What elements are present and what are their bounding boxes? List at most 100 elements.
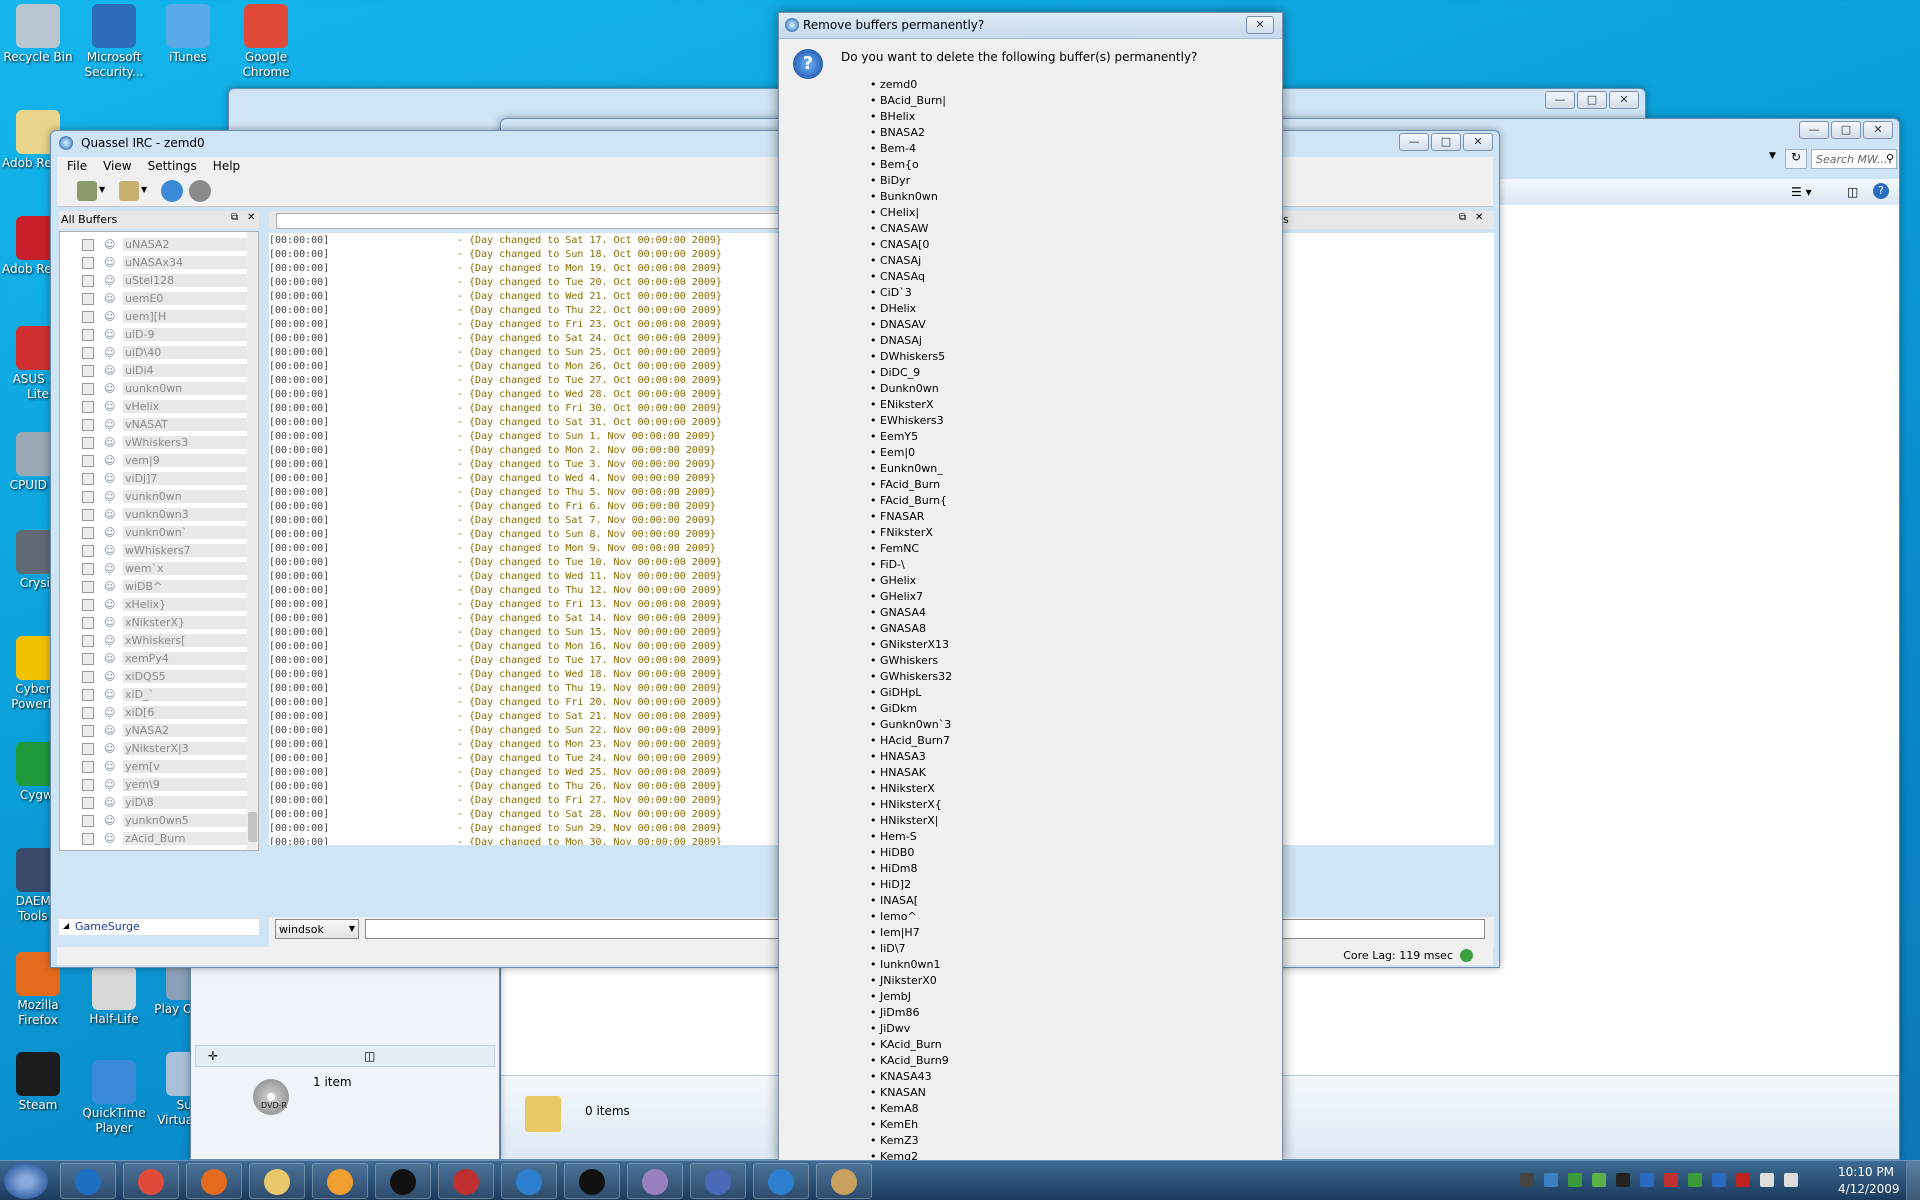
buffer-item[interactable]: ☺ vWhiskers3: [60, 434, 250, 452]
buffer-checkbox[interactable]: [82, 437, 94, 449]
tray-icon[interactable]: [1664, 1173, 1678, 1187]
buffer-item[interactable]: ☺ vem|9: [60, 452, 250, 470]
buffer-item[interactable]: ☺ uStel128: [60, 272, 250, 290]
taskbar-app-button[interactable]: [123, 1163, 179, 1199]
buffer-checkbox[interactable]: [82, 329, 94, 341]
move-icon[interactable]: ✛: [208, 1049, 218, 1063]
taskbar-app-button[interactable]: [564, 1163, 620, 1199]
network-tree-row[interactable]: ◢ GameSurge: [59, 919, 259, 935]
help-icon[interactable]: ?: [1873, 183, 1889, 199]
buffer-checkbox[interactable]: [82, 635, 94, 647]
buffer-item[interactable]: ☺ uNASAx34: [60, 254, 250, 272]
buffer-item[interactable]: ☺ uunkn0wn: [60, 380, 250, 398]
buffer-item[interactable]: ☺ wem`x: [60, 560, 250, 578]
buffer-checkbox[interactable]: [82, 815, 94, 827]
disconnect-dropdown-icon[interactable]: ▼: [141, 185, 147, 194]
buffer-checkbox[interactable]: [82, 761, 94, 773]
buffer-item[interactable]: ☺ xiD[6: [60, 704, 250, 722]
tray-icon[interactable]: [1568, 1173, 1582, 1187]
buffer-item[interactable]: ☺ uiDi4: [60, 362, 250, 380]
tray-icon[interactable]: [1736, 1173, 1750, 1187]
taskbar-app-button[interactable]: [249, 1163, 305, 1199]
maximize-button[interactable]: □: [1431, 133, 1461, 151]
tray-icon[interactable]: [1544, 1173, 1558, 1187]
buffer-checkbox[interactable]: [82, 275, 94, 287]
desktop-icon[interactable]: Recycle Bin: [0, 4, 76, 65]
float-panel-icon[interactable]: ⧉: [231, 212, 238, 223]
desktop-icon[interactable]: Google Chrome: [228, 4, 304, 80]
buffer-checkbox[interactable]: [82, 617, 94, 629]
buffer-checkbox[interactable]: [82, 455, 94, 467]
buffer-checkbox[interactable]: [82, 365, 94, 377]
search-box[interactable]: Search MW... ⚲: [1811, 149, 1897, 169]
buffer-item[interactable]: ☺ uiD\40: [60, 344, 250, 362]
minimize-button[interactable]: —: [1799, 121, 1829, 139]
close-button[interactable]: ✕: [1609, 91, 1639, 109]
buffer-scrollbar[interactable]: [247, 232, 258, 850]
tray-icon[interactable]: [1760, 1173, 1774, 1187]
close-button[interactable]: ✕: [1463, 133, 1493, 151]
close-button[interactable]: ✕: [1863, 121, 1893, 139]
taskbar-app-button[interactable]: [186, 1163, 242, 1199]
explorer-small-window[interactable]: ✛ ◫ DVD-R 1 item: [190, 960, 500, 1160]
buffer-item[interactable]: ☺ xWhiskers[: [60, 632, 250, 650]
maximize-button[interactable]: □: [1831, 121, 1861, 139]
tray-icon[interactable]: [1616, 1173, 1630, 1187]
buffer-checkbox[interactable]: [82, 545, 94, 557]
buffer-item[interactable]: ☺ wWhiskers7: [60, 542, 250, 560]
taskbar-app-button[interactable]: [375, 1163, 431, 1199]
menu-view[interactable]: View: [97, 157, 137, 177]
buffer-item[interactable]: ☺ viDj]7: [60, 470, 250, 488]
clock-date[interactable]: 4/12/2009: [1838, 1182, 1900, 1196]
buffer-checkbox[interactable]: [82, 581, 94, 593]
remove-buffers-dialog[interactable]: Remove buffers permanently? ✕ ? Do you w…: [778, 12, 1283, 1162]
minimize-button[interactable]: —: [1545, 91, 1575, 109]
taskbar-app-button[interactable]: [816, 1163, 872, 1199]
buffer-checkbox[interactable]: [82, 473, 94, 485]
tray-icon[interactable]: [1688, 1173, 1702, 1187]
desktop-icon[interactable]: Half-Life: [76, 966, 152, 1027]
buffer-checkbox[interactable]: [82, 257, 94, 269]
connect-dropdown-icon[interactable]: ▼: [99, 185, 105, 194]
buffer-checkbox[interactable]: [82, 779, 94, 791]
refresh-icon[interactable]: ↻: [1785, 149, 1807, 169]
buffer-item[interactable]: ☺ yem\9: [60, 776, 250, 794]
buffer-item[interactable]: ☺ vNASAT: [60, 416, 250, 434]
buffer-checkbox[interactable]: [82, 743, 94, 755]
taskbar-app-button[interactable]: [627, 1163, 683, 1199]
buffer-list[interactable]: ☺ uNASA2 ☺ uNASAx34 ☺ uStel128 ☺ uemE0 ☺ uem][H ☺ u…: [59, 231, 259, 851]
buffer-item[interactable]: ☺ vHelix: [60, 398, 250, 416]
buffer-checkbox[interactable]: [82, 491, 94, 503]
close-panel-icon[interactable]: ✕: [1475, 212, 1483, 223]
buffer-checkbox[interactable]: [82, 293, 94, 305]
buffer-item[interactable]: ☺ vunkn0wn`: [60, 524, 250, 542]
buffer-checkbox[interactable]: [82, 347, 94, 359]
disconnect-icon[interactable]: [119, 181, 139, 201]
buffer-item[interactable]: ☺ xiDQS5: [60, 668, 250, 686]
layout-icon[interactable]: ◫: [364, 1049, 375, 1063]
taskbar-app-button[interactable]: [753, 1163, 809, 1199]
buffer-item[interactable]: ☺ xNiksterX}: [60, 614, 250, 632]
desktop-icon[interactable]: QuickTime Player: [76, 1060, 152, 1136]
preview-pane-icon[interactable]: ◫: [1847, 185, 1858, 199]
tray-icon[interactable]: [1640, 1173, 1654, 1187]
dialog-close-button[interactable]: ✕: [1246, 16, 1274, 34]
float-panel-icon[interactable]: ⧉: [1459, 212, 1466, 223]
buffer-checkbox[interactable]: [82, 563, 94, 575]
connect-icon[interactable]: [77, 181, 97, 201]
desktop-icon[interactable]: Steam: [0, 1052, 76, 1113]
collapse-icon[interactable]: ◢: [63, 921, 69, 930]
buffer-checkbox[interactable]: [82, 671, 94, 683]
menu-file[interactable]: File: [61, 157, 93, 177]
buffer-item[interactable]: ☺ xiD_`: [60, 686, 250, 704]
tray-icon[interactable]: [1520, 1173, 1534, 1187]
taskbar-app-button[interactable]: [438, 1163, 494, 1199]
search-icon[interactable]: ⚲: [1886, 152, 1894, 165]
menu-help[interactable]: Help: [207, 157, 246, 177]
tray-icon[interactable]: [1784, 1173, 1798, 1187]
buffer-item[interactable]: ☺ uNASA2: [60, 236, 250, 254]
desktop-icon[interactable]: Microsoft Security...: [76, 4, 152, 80]
taskbar-app-button[interactable]: [690, 1163, 746, 1199]
buffer-checkbox[interactable]: [82, 401, 94, 413]
buffer-checkbox[interactable]: [82, 653, 94, 665]
